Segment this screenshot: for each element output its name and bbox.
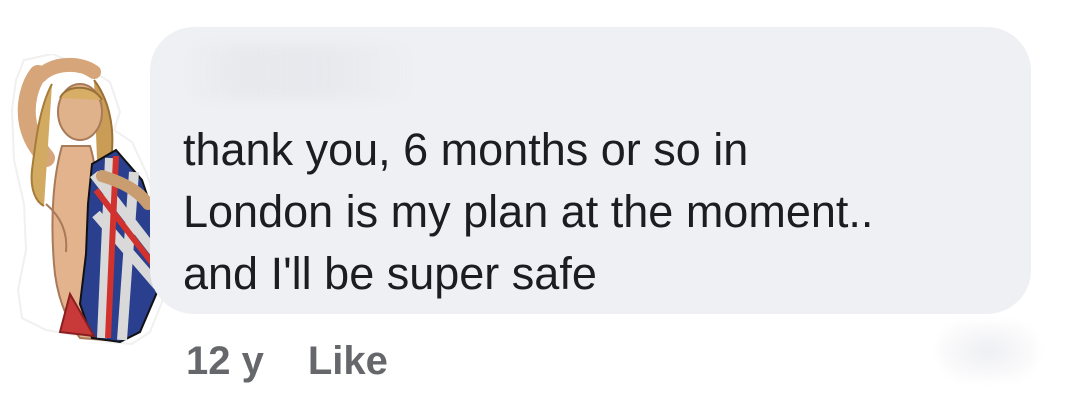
comment-actions: 12 y Like (186, 337, 388, 385)
like-button[interactable]: Like (308, 337, 388, 385)
author-name-blurred[interactable] (184, 45, 414, 99)
comment-timestamp[interactable]: 12 y (186, 337, 264, 385)
avatar[interactable] (10, 54, 170, 346)
reaction-indicator-blurred[interactable] (938, 322, 1038, 380)
comment-text: thank you, 6 months or so in London is m… (183, 124, 874, 299)
comment-bubble: thank you, 6 months or so in London is m… (150, 27, 1031, 314)
